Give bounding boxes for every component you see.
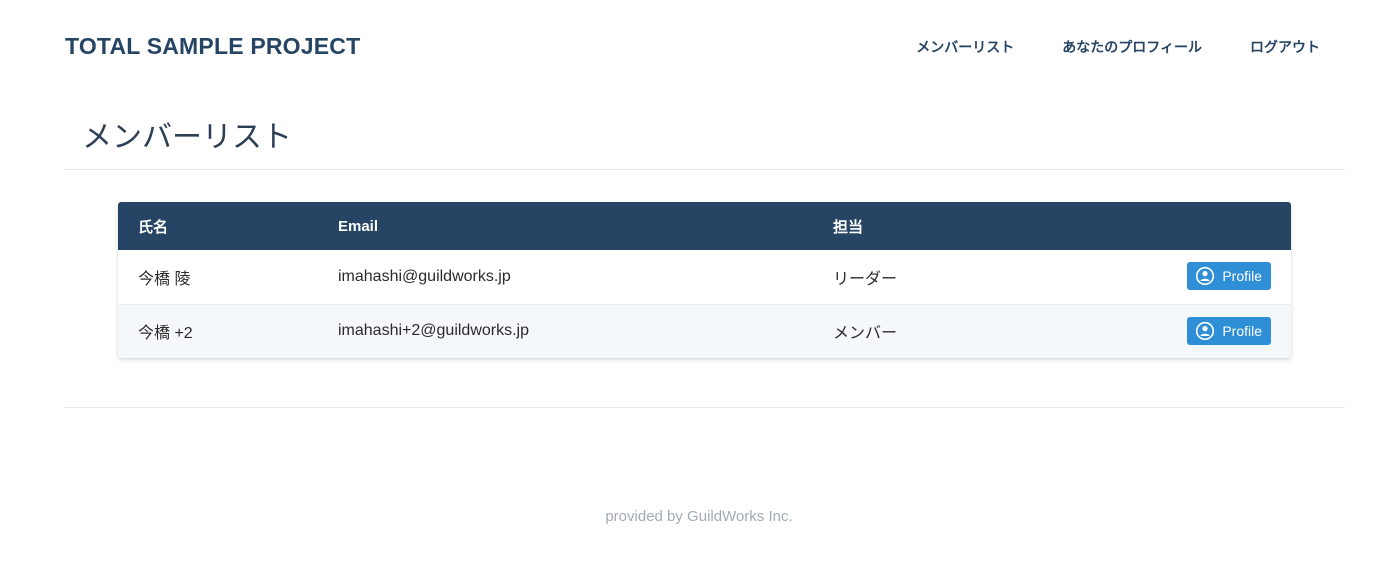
row-actions: Profile [1113,304,1291,358]
user-circle-icon [1195,266,1215,286]
footer: provided by GuildWorks Inc. [0,508,1398,525]
member-role: メンバー [833,325,898,343]
member-name: 今橋 陵 [138,270,191,288]
top-header: TOTAL SAMPLE PROJECT メンバーリスト あなたのプロフィール … [0,0,1398,92]
column-header-role: 担当 [833,218,864,236]
member-name: 今橋 +2 [138,325,193,343]
profile-button-label: Profile [1222,268,1262,285]
footer-divider [65,407,1345,408]
member-table: 氏名 Email 担当 今橋 陵 imahashi@guildworks.jp … [118,202,1291,358]
table-row: 今橋 陵 imahashi@guildworks.jp リーダー Profile [118,250,1291,304]
member-role: リーダー [833,270,898,288]
main-nav: メンバーリスト あなたのプロフィール ログアウト [916,37,1320,57]
user-circle-icon [1195,321,1215,341]
table-row: 今橋 +2 imahashi+2@guildworks.jp メンバー Prof… [118,304,1291,358]
column-header-name: 氏名 [138,218,169,236]
column-header-email: Email [338,217,379,235]
member-email: imahashi+2@guildworks.jp [338,322,529,340]
footer-credit-link[interactable]: provided by GuildWorks Inc. [605,508,792,525]
title-divider [65,169,1345,170]
page-title: メンバーリスト [82,121,292,154]
nav-your-profile[interactable]: あなたのプロフィール [1062,37,1202,57]
brand-title[interactable]: TOTAL SAMPLE PROJECT [65,33,360,60]
row-actions: Profile [1113,250,1291,304]
profile-button[interactable]: Profile [1187,262,1271,291]
member-email: imahashi@guildworks.jp [338,267,511,285]
column-header-actions [1113,202,1291,250]
nav-logout[interactable]: ログアウト [1250,37,1320,57]
profile-button-label: Profile [1222,322,1262,339]
nav-member-list[interactable]: メンバーリスト [916,37,1014,57]
table-header-row: 氏名 Email 担当 [118,202,1291,250]
profile-button[interactable]: Profile [1187,316,1271,345]
